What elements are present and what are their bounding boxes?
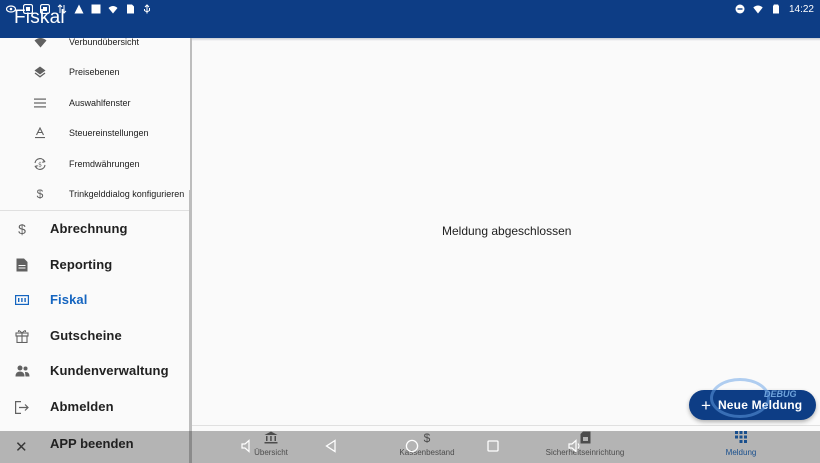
do-not-disturb-icon [735, 4, 745, 14]
status-time: 14:22 [788, 3, 814, 15]
sidebar-item-label: Abrechnung [50, 221, 128, 236]
menu-icon [33, 96, 47, 110]
sidebar-item-label: Gutscheine [50, 328, 122, 343]
sidebar-item-label: Verbundübersicht [69, 37, 140, 47]
sidebar-item-kundenverwaltung[interactable]: Kundenverwaltung [0, 353, 190, 389]
debug-watermark-text: DEBUG [764, 389, 797, 399]
app-title: Fiskal [14, 7, 65, 28]
fiscal-counter-icon [14, 292, 30, 308]
dollar-icon: $ [18, 221, 26, 237]
dollar-icon: $ [36, 187, 44, 201]
wifi-signal-icon [753, 5, 763, 14]
navigation-drawer: Verbundübersicht Preisebenen Auswahlfens… [0, 37, 192, 463]
sidebar-item-fiskal[interactable]: Fiskal [0, 282, 190, 318]
sidebar-item-label: Preisebenen [69, 67, 120, 77]
sidebar-item-preisebenen[interactable]: Preisebenen [0, 57, 190, 87]
sidebar-item-fremdwaehrungen[interactable]: $ Fremdwährungen [0, 149, 190, 179]
sidebar-item-abmelden[interactable]: Abmelden [0, 389, 190, 425]
layers-icon [33, 65, 47, 79]
status-icons-right: 14:22 [735, 4, 814, 15]
sidebar-item-label: Reporting [50, 257, 113, 272]
currency-exchange-icon: $ [33, 157, 47, 171]
text-format-icon [33, 126, 47, 140]
new-report-button[interactable]: + Neue Meldung [689, 390, 816, 420]
wifi-icon [33, 35, 47, 49]
sidebar-item-label: Abmelden [50, 399, 114, 414]
plus-icon: + [701, 395, 711, 415]
sd-card-icon [127, 4, 134, 14]
sidebar-item-reporting[interactable]: Reporting [0, 247, 190, 283]
people-icon [14, 363, 30, 379]
battery-icon [772, 4, 779, 14]
sidebar-item-trinkgelddialog[interactable]: $ Trinkgelddialog konfigurieren [0, 179, 190, 209]
status-bar: 14:22 [0, 0, 820, 18]
home-icon[interactable] [403, 437, 421, 455]
sidebar-item-label: Trinkgelddialog konfigurieren [69, 189, 185, 199]
system-navigation-bar [0, 431, 820, 463]
recents-icon[interactable] [484, 437, 502, 455]
svg-text:$: $ [38, 161, 42, 168]
square-notification-icon [91, 4, 101, 14]
wifi-status-icon [108, 6, 118, 14]
sidebar-item-label: Fiskal [50, 292, 88, 307]
sidebar-item-gutscheine[interactable]: Gutscheine [0, 318, 190, 354]
volume-down-icon[interactable] [239, 437, 257, 455]
sidebar-item-verbunduebersicht[interactable]: Verbundübersicht [0, 27, 190, 57]
sidebar-item-label: Steuereinstellungen [69, 128, 149, 138]
sidebar-item-label: Kundenverwaltung [50, 363, 169, 378]
sidebar-item-label: Fremdwährungen [69, 159, 140, 169]
document-icon [14, 257, 30, 273]
volume-up-icon[interactable] [566, 437, 584, 455]
usb-icon [144, 4, 150, 14]
sidebar-item-label: Auswahlfenster [69, 98, 131, 108]
sidebar-item-steuereinstellungen[interactable]: Steuereinstellungen [0, 118, 190, 148]
fab-label: Neue Meldung [717, 398, 803, 412]
gift-icon [14, 328, 30, 344]
sidebar-item-abrechnung[interactable]: $ Abrechnung [0, 211, 190, 247]
app-screen: 14:22 Fiskal Meldung abgeschlossen Verbu… [0, 0, 820, 463]
logout-icon [14, 399, 30, 415]
warning-icon [74, 4, 84, 14]
sidebar-item-auswahlfenster[interactable]: Auswahlfenster [0, 88, 190, 118]
back-icon[interactable] [322, 437, 340, 455]
status-message: Meldung abgeschlossen [442, 224, 572, 238]
